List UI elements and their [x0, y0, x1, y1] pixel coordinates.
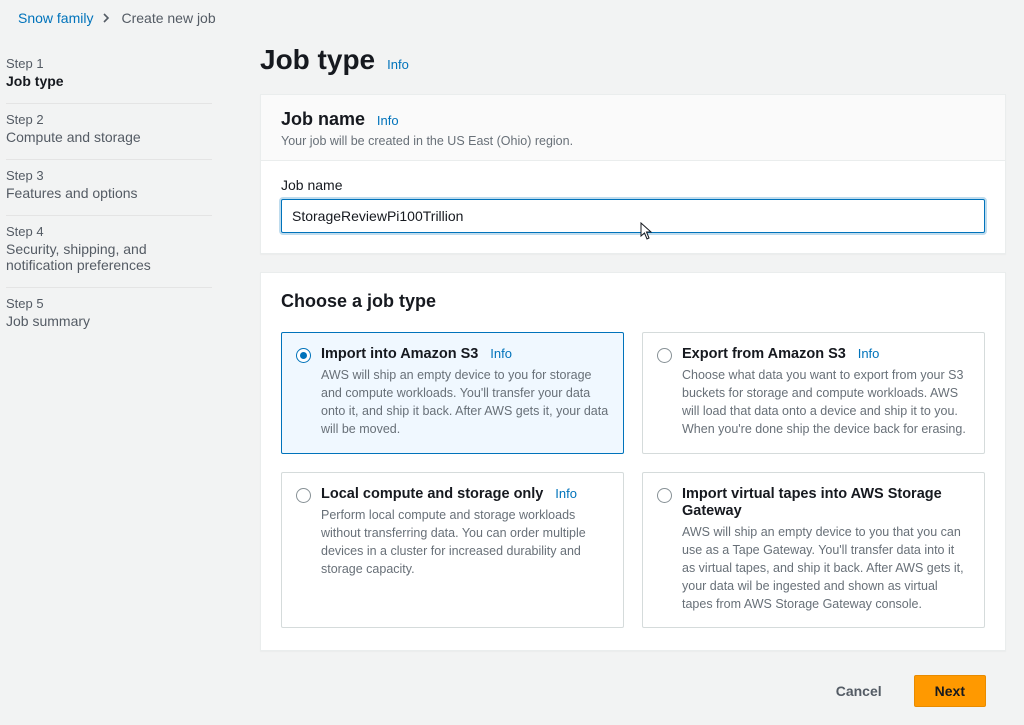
- step-title: Job summary: [6, 311, 212, 329]
- option-info-link[interactable]: Info: [858, 346, 880, 361]
- step-num: Step 2: [6, 112, 212, 127]
- step-num: Step 5: [6, 296, 212, 311]
- page-title: Job type: [260, 44, 375, 76]
- job-name-panel: Job name Info Your job will be created i…: [260, 94, 1006, 254]
- radio-icon: [657, 488, 672, 503]
- sidebar-step-5[interactable]: Step 5 Job summary: [6, 288, 212, 343]
- option-info-link[interactable]: Info: [555, 486, 577, 501]
- step-title: Features and options: [6, 183, 212, 201]
- option-desc: Perform local compute and storage worklo…: [321, 506, 609, 579]
- cancel-button[interactable]: Cancel: [816, 675, 902, 707]
- option-title: Import into Amazon S3: [321, 346, 478, 362]
- radio-icon: [296, 348, 311, 363]
- step-title: Compute and storage: [6, 127, 212, 145]
- radio-icon: [657, 348, 672, 363]
- job-type-panel: Choose a job type Import into Amazon S3 …: [260, 272, 1006, 651]
- option-title: Export from Amazon S3: [682, 346, 846, 362]
- job-name-input[interactable]: [281, 199, 985, 233]
- step-num: Step 3: [6, 168, 212, 183]
- main-content: Job type Info Job name Info Your job wil…: [230, 30, 1024, 725]
- wizard-sidebar: Step 1 Job type Step 2 Compute and stora…: [0, 30, 230, 725]
- sidebar-step-2[interactable]: Step 2 Compute and storage: [6, 104, 212, 160]
- sidebar-step-3[interactable]: Step 3 Features and options: [6, 160, 212, 216]
- option-desc: Choose what data you want to export from…: [682, 366, 970, 439]
- option-desc: AWS will ship an empty device to you for…: [321, 366, 609, 439]
- radio-icon: [296, 488, 311, 503]
- job-type-option-export-s3[interactable]: Export from Amazon S3 Info Choose what d…: [642, 332, 985, 454]
- next-button[interactable]: Next: [914, 675, 986, 707]
- job-name-heading: Job name: [281, 109, 365, 129]
- wizard-footer: Cancel Next: [260, 669, 1006, 707]
- option-title: Import virtual tapes into AWS Storage Ga…: [682, 486, 942, 519]
- job-name-info-link[interactable]: Info: [377, 113, 399, 128]
- job-type-option-virtual-tapes[interactable]: Import virtual tapes into AWS Storage Ga…: [642, 472, 985, 629]
- breadcrumb: Snow family Create new job: [0, 0, 1024, 30]
- job-name-sub: Your job will be created in the US East …: [281, 134, 985, 148]
- step-num: Step 4: [6, 224, 212, 239]
- sidebar-step-1[interactable]: Step 1 Job type: [6, 48, 212, 104]
- sidebar-step-4[interactable]: Step 4 Security, shipping, and notificat…: [6, 216, 212, 288]
- breadcrumb-current: Create new job: [121, 10, 215, 26]
- option-title: Local compute and storage only: [321, 486, 543, 502]
- option-desc: AWS will ship an empty device to you tha…: [682, 523, 970, 614]
- step-num: Step 1: [6, 56, 212, 71]
- job-type-heading: Choose a job type: [281, 291, 985, 312]
- job-type-option-import-s3[interactable]: Import into Amazon S3 Info AWS will ship…: [281, 332, 624, 454]
- job-name-label: Job name: [281, 177, 985, 193]
- step-title: Job type: [6, 71, 212, 89]
- breadcrumb-root-link[interactable]: Snow family: [18, 10, 93, 26]
- page-info-link[interactable]: Info: [387, 57, 409, 72]
- option-info-link[interactable]: Info: [490, 346, 512, 361]
- chevron-right-icon: [103, 10, 111, 26]
- step-title: Security, shipping, and notification pre…: [6, 239, 212, 273]
- job-type-option-local-compute[interactable]: Local compute and storage only Info Perf…: [281, 472, 624, 629]
